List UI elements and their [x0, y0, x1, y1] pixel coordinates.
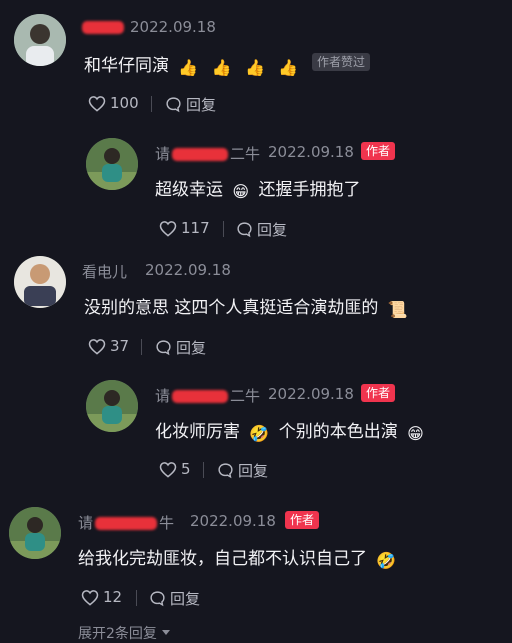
username-suffix: 牛	[159, 514, 175, 532]
username-suffix: 二牛	[230, 145, 261, 163]
author-badge: 作者	[285, 511, 320, 529]
divider	[141, 339, 142, 355]
grin-emoji-icon: 😁	[232, 182, 250, 201]
grin-emoji-icon: 😁	[407, 424, 424, 443]
reply-button[interactable]: 回复	[155, 337, 206, 358]
like-count: 12	[103, 588, 123, 606]
comment-text-body: 没别的意思 这四个人真挺适合演劫匪的	[84, 298, 379, 318]
like-button[interactable]: 37	[88, 337, 129, 355]
rolling-laugh-emoji-icon: 🤣	[376, 551, 397, 570]
author-liked-badge: 作者赞过	[312, 53, 371, 71]
expand-replies-label: 展开2条回复	[78, 626, 157, 642]
comment-bubble-icon	[156, 340, 171, 356]
rolling-laugh-emoji-icon: 🤣	[249, 424, 270, 443]
comment-date: 2022.09.18	[268, 143, 354, 161]
comment-text: 给我化完劫匪妆，自己都不认识自己了 🤣	[78, 544, 396, 569]
heart-icon	[88, 95, 106, 112]
comment-text-body: 还握手拥抱了	[258, 180, 361, 200]
reply-button[interactable]: 回复	[149, 588, 200, 609]
thumbs-up-icon: 👍	[178, 58, 199, 77]
author-badge: 作者	[361, 142, 396, 160]
comment-bubble-icon	[150, 591, 165, 607]
username[interactable]: 看电儿	[82, 261, 127, 282]
expand-replies-button[interactable]: 展开2条回复	[78, 623, 171, 643]
like-button[interactable]: 100	[88, 94, 139, 112]
comment-text-body: 给我化完劫匪妆，自己都不认识自己了	[78, 549, 367, 569]
comment-date: 2022.09.18	[190, 512, 276, 530]
username-prefix: 请	[155, 387, 171, 405]
comment-text-body: 化妆师厉害	[155, 422, 240, 442]
username[interactable]	[82, 18, 124, 36]
reply-label: 回复	[238, 462, 269, 480]
divider	[136, 590, 137, 606]
comment-text-body: 个别的本色出演	[278, 422, 398, 442]
scroll-emoji-icon: 📜	[387, 300, 408, 319]
reply-label: 回复	[170, 590, 201, 608]
comment-text: 和华仔同演 👍 👍 👍 👍	[84, 51, 298, 76]
reply-button[interactable]: 回复	[165, 94, 216, 115]
comment-bubble-icon	[218, 463, 233, 479]
username-prefix: 请	[78, 514, 94, 532]
reply-label: 回复	[186, 96, 217, 114]
divider	[223, 221, 224, 237]
like-count: 100	[110, 94, 139, 112]
thumbs-up-icon: 👍	[211, 58, 232, 77]
avatar[interactable]	[9, 507, 61, 559]
like-count: 5	[181, 460, 191, 478]
avatar[interactable]	[14, 256, 66, 308]
username-suffix: 二牛	[230, 387, 261, 405]
reply-button[interactable]: 回复	[217, 460, 268, 481]
comment-date: 2022.09.18	[268, 385, 354, 403]
comment-text-body: 和华仔同演	[84, 56, 169, 76]
reply-label: 回复	[176, 339, 207, 357]
author-badge: 作者	[361, 384, 396, 402]
comment-text-body: 超级幸运	[155, 180, 223, 200]
reply-button[interactable]: 回复	[236, 219, 287, 240]
heart-icon	[81, 589, 99, 606]
avatar[interactable]	[86, 380, 138, 432]
like-button[interactable]: 5	[159, 460, 191, 478]
like-button[interactable]: 12	[81, 588, 122, 606]
avatar[interactable]	[86, 138, 138, 190]
comment-text: 超级幸运 😁 还握手拥抱了	[155, 175, 361, 200]
username-prefix: 请	[155, 145, 171, 163]
heart-icon	[159, 220, 177, 237]
avatar[interactable]	[14, 14, 66, 66]
divider	[203, 462, 204, 478]
comment-date: 2022.09.18	[130, 18, 216, 36]
thumbs-up-icon: 👍	[245, 58, 265, 77]
comment-bubble-icon	[166, 97, 181, 113]
comment-bubble-icon	[237, 222, 252, 238]
username[interactable]: 请牛	[78, 512, 174, 533]
like-count: 37	[110, 337, 130, 355]
thumbs-up-icon: 👍	[278, 58, 299, 77]
heart-icon	[88, 338, 106, 355]
comment-text: 化妆师厉害 🤣 个别的本色出演 😁	[155, 417, 424, 442]
heart-icon	[159, 461, 177, 478]
username[interactable]: 请 二牛	[155, 385, 260, 406]
divider	[151, 96, 152, 112]
comment-text: 没别的意思 这四个人真挺适合演劫匪的 📜	[84, 293, 408, 318]
like-count: 117	[181, 219, 210, 237]
comment-date: 2022.09.18	[145, 261, 231, 279]
chevron-down-icon	[161, 630, 170, 635]
reply-label: 回复	[257, 221, 288, 239]
username[interactable]: 请 二牛	[155, 143, 260, 164]
like-button[interactable]: 117	[159, 219, 210, 237]
